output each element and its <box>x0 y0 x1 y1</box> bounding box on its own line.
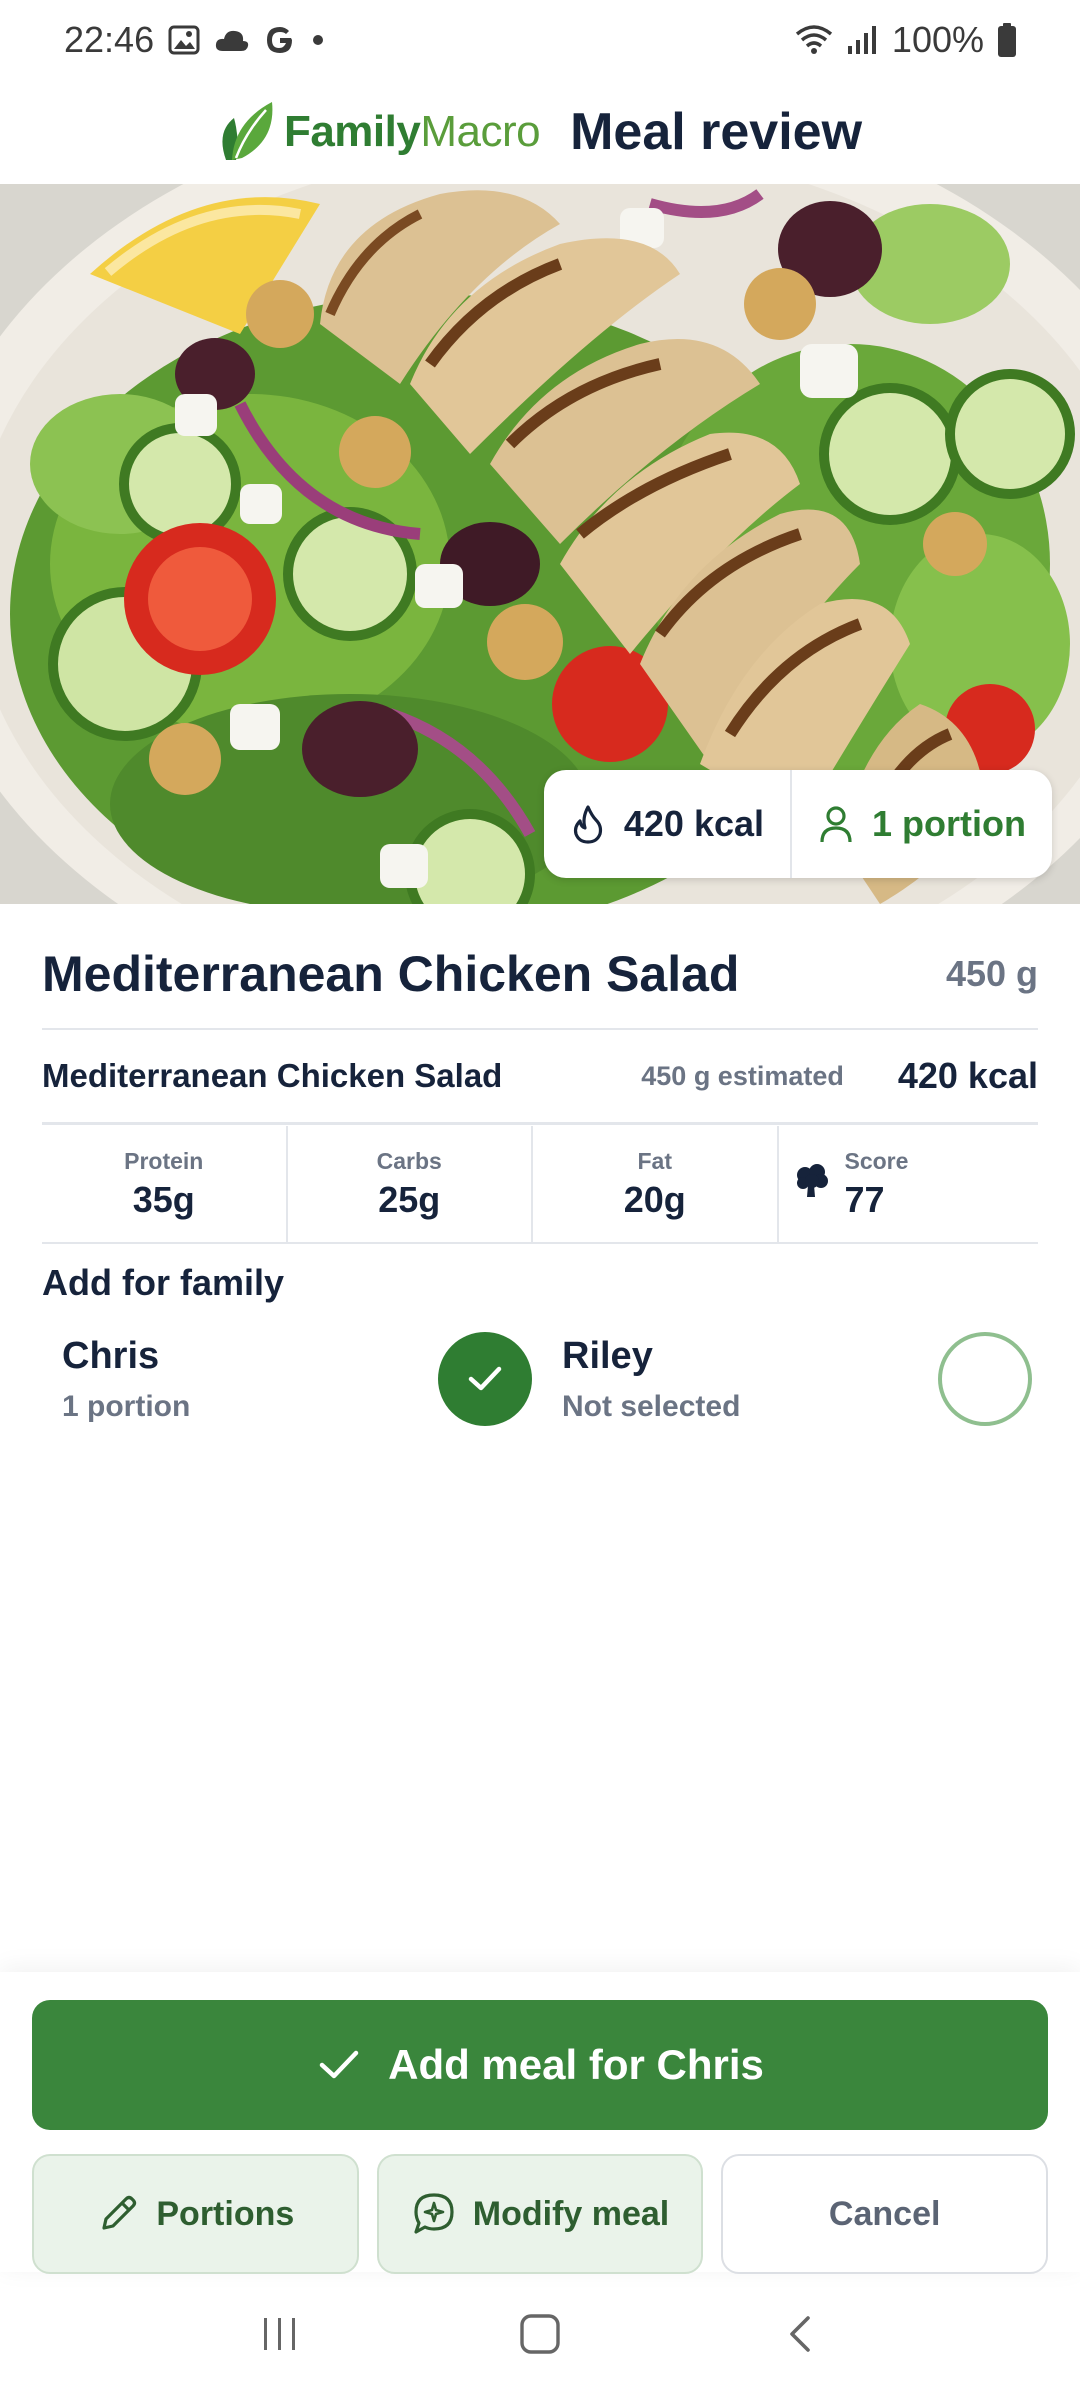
member-name: Riley <box>562 1334 653 1377</box>
family-member-riley[interactable]: Riley Not selected <box>562 1324 1032 1434</box>
modify-meal-label: Modify meal <box>472 2194 670 2233</box>
macro-protein: Protein 35g <box>42 1126 288 1242</box>
member-name: Chris <box>62 1334 160 1377</box>
portion-segment[interactable]: 1 portion <box>790 770 1052 878</box>
status-left: 22:46 <box>64 19 326 61</box>
meal-title: Mediterranean Chicken Salad <box>42 946 740 1002</box>
image-icon <box>168 24 200 56</box>
macro-label: Fat <box>637 1147 673 1174</box>
cancel-label: Cancel <box>828 2194 941 2233</box>
status-right: 100% <box>794 19 1018 61</box>
brand-name-family: Family <box>283 107 421 156</box>
check-icon <box>319 2050 359 2079</box>
meal-summary-pill: 420 kcal 1 portion <box>543 770 1052 878</box>
item-kcal: 420 kcal <box>897 1055 1038 1096</box>
calories-value: 420 kcal <box>623 803 765 844</box>
macro-value: 77 <box>844 1178 885 1220</box>
system-nav-bar <box>0 2272 1080 2400</box>
macro-score: Score 77 <box>779 1126 1039 1242</box>
status-bar: 22:46 100% <box>0 0 1080 80</box>
chat-sparkle-icon <box>414 2193 454 2234</box>
macro-value: 20g <box>623 1178 686 1220</box>
item-estimate: 450 g estimated <box>641 1060 844 1091</box>
meal-item-row[interactable]: Mediterranean Chicken Salad 450 g estima… <box>42 1032 1038 1120</box>
macro-label: Protein <box>124 1147 204 1174</box>
portions-label: Portions <box>156 2194 295 2233</box>
flame-icon <box>570 804 606 844</box>
brand-name: FamilyMacro <box>283 107 541 157</box>
add-meal-label: Add meal for Chris <box>388 2041 764 2088</box>
member-checkbox-selected[interactable] <box>438 1332 532 1426</box>
member-status: 1 portion <box>62 1389 191 1423</box>
member-checkbox-unselected[interactable] <box>938 1332 1032 1426</box>
family-member-chris[interactable]: Chris 1 portion <box>62 1324 532 1434</box>
meal-photo: 420 kcal 1 portion <box>0 184 1080 904</box>
divider <box>42 1122 1038 1125</box>
dot-icon <box>310 32 326 48</box>
check-icon <box>468 1366 502 1391</box>
battery-icon <box>996 22 1018 58</box>
macro-label: Carbs <box>376 1147 442 1174</box>
page-title: Meal review <box>570 103 863 161</box>
divider <box>42 1028 1038 1030</box>
calories-segment: 420 kcal <box>544 770 790 878</box>
secondary-actions: Portions Modify meal Cancel <box>32 2154 1049 2274</box>
person-icon <box>818 804 854 844</box>
app-header: FamilyMacro Meal review <box>0 80 1080 184</box>
macro-value: 25g <box>378 1178 441 1220</box>
home-icon[interactable] <box>517 2311 563 2362</box>
meal-weight: 450 g <box>945 953 1038 994</box>
item-name: Mediterranean Chicken Salad <box>42 1057 503 1094</box>
google-icon <box>264 24 296 56</box>
macro-carbs: Carbs 25g <box>288 1126 533 1242</box>
macro-grid: Protein 35g Carbs 25g Fat 20g Score 77 <box>42 1126 1038 1244</box>
modify-meal-button[interactable]: Modify meal <box>376 2154 704 2274</box>
status-time: 22:46 <box>64 19 155 60</box>
signal-icon <box>846 24 880 56</box>
recent-apps-icon[interactable] <box>258 2312 302 2361</box>
portions-button[interactable]: Portions <box>32 2154 359 2274</box>
wifi-icon <box>794 24 834 56</box>
broccoli-icon <box>795 1163 829 1206</box>
member-status: Not selected <box>562 1389 741 1423</box>
pencil-icon <box>102 2195 137 2230</box>
cancel-button[interactable]: Cancel <box>721 2154 1049 2274</box>
macro-value: 35g <box>132 1178 195 1220</box>
back-icon[interactable] <box>778 2312 822 2361</box>
add-meal-button[interactable]: Add meal for Chris <box>32 2000 1048 2130</box>
cloud-icon <box>214 27 250 53</box>
bottom-action-panel: Add meal for Chris Portions Modify meal … <box>0 1972 1080 2274</box>
macro-label: Score <box>844 1147 909 1174</box>
portion-value: 1 portion <box>872 803 1026 844</box>
brand-name-macro: Macro <box>420 107 541 156</box>
family-section-title: Add for family <box>42 1262 285 1303</box>
macro-fat: Fat 20g <box>533 1126 779 1242</box>
meal-title-row: Mediterranean Chicken Salad 450 g <box>42 934 1038 1014</box>
brand-logo: FamilyMacro <box>218 96 541 169</box>
battery-percent: 100% <box>891 19 984 60</box>
leaf-logo-icon <box>218 96 278 169</box>
